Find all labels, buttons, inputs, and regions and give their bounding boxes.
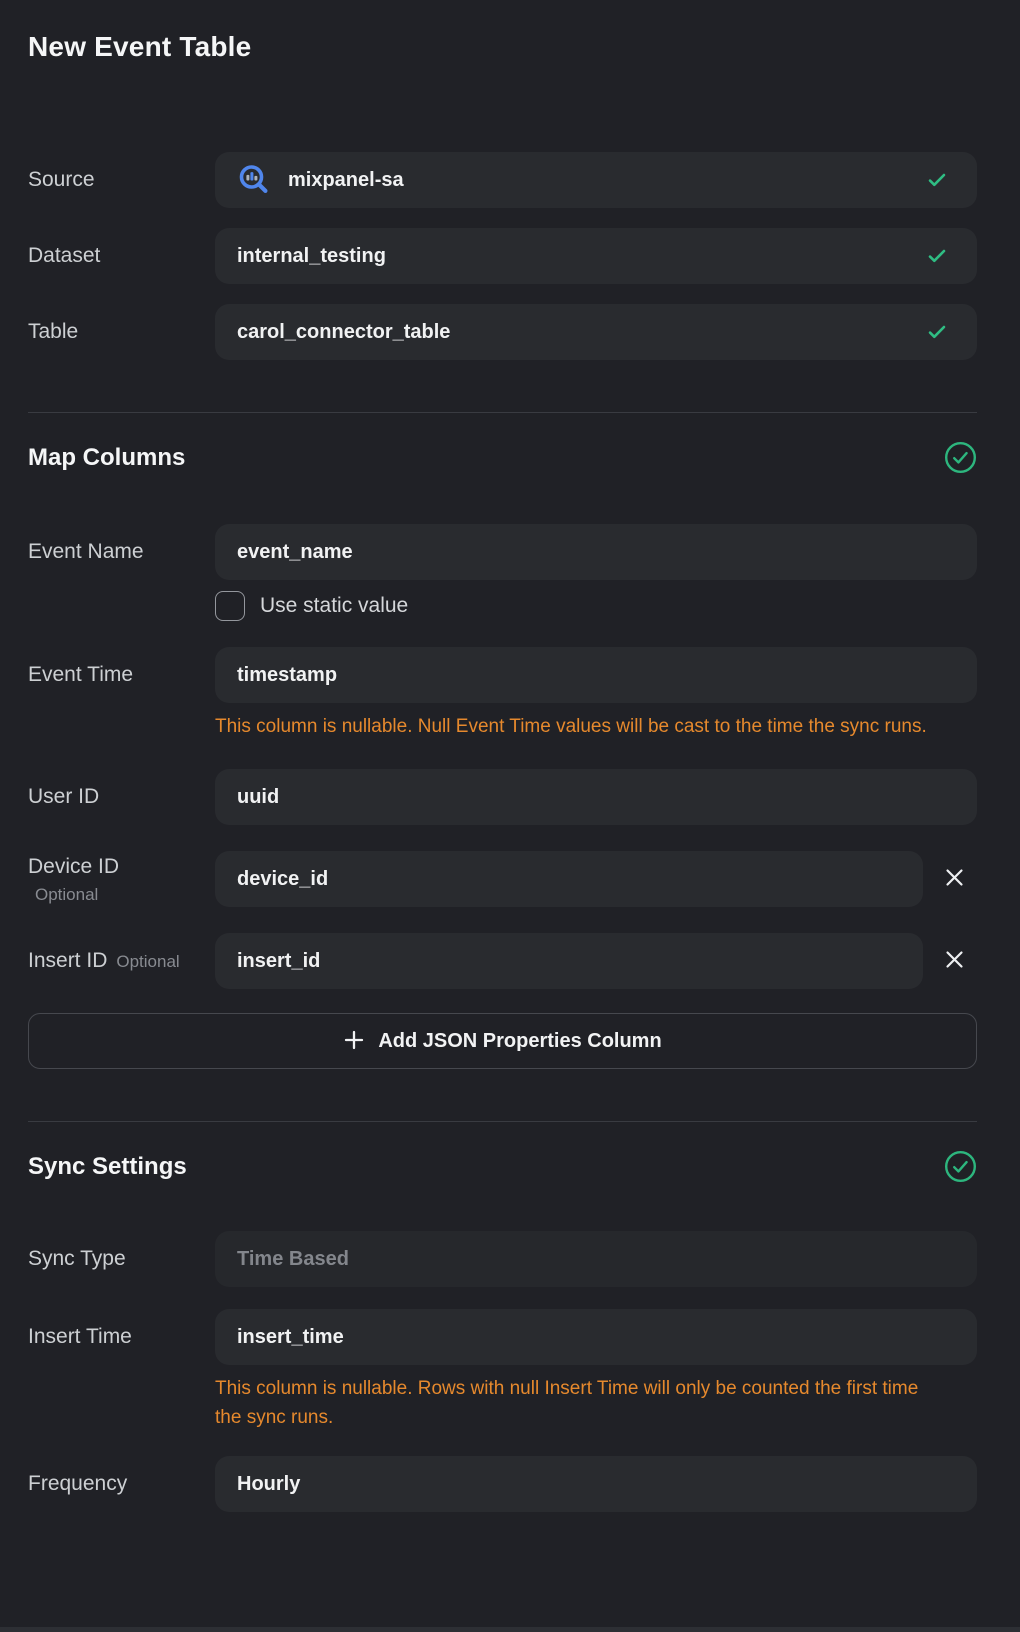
x-icon (943, 866, 966, 892)
new-event-table-form: New Event Table Source mixpanel-sa (0, 0, 1020, 1512)
green-circle-check-icon (944, 1150, 977, 1183)
insert-id-value: insert_id (237, 950, 903, 973)
device-id-field[interactable]: device_id (215, 851, 923, 907)
insert-id-row: Insert ID Optional insert_id (28, 933, 977, 989)
source-field[interactable]: mixpanel-sa (215, 152, 977, 208)
insert-time-field[interactable]: insert_time (215, 1309, 977, 1365)
add-json-properties-column-button[interactable]: Add JSON Properties Column (28, 1013, 977, 1069)
frequency-row: Frequency Hourly (28, 1456, 977, 1512)
insert-time-row: Insert Time insert_time (28, 1309, 977, 1365)
sync-type-row: Sync Type Time Based (28, 1231, 977, 1287)
sync-type-value: Time Based (237, 1248, 957, 1271)
dataset-value: internal_testing (237, 245, 913, 268)
green-check-icon (925, 168, 949, 192)
table-field[interactable]: carol_connector_table (215, 304, 977, 360)
device-id-label: Device ID (28, 855, 119, 878)
insert-id-optional-label: Optional (116, 952, 179, 972)
user-id-label: User ID (28, 785, 99, 808)
remove-insert-id-button[interactable] (931, 938, 977, 984)
device-id-value: device_id (237, 868, 903, 891)
dataset-label: Dataset (28, 244, 100, 267)
event-name-label: Event Name (28, 540, 144, 563)
use-static-value-row: Use static value (215, 591, 977, 621)
add-json-properties-column-label: Add JSON Properties Column (378, 1030, 661, 1053)
connection-section: Source mixpanel-sa (28, 152, 977, 360)
source-value: mixpanel-sa (288, 169, 913, 192)
event-time-label: Event Time (28, 663, 133, 686)
table-row: Table carol_connector_table (28, 304, 977, 360)
section-divider (28, 412, 977, 413)
table-value: carol_connector_table (237, 321, 913, 344)
sync-type-field: Time Based (215, 1231, 977, 1287)
dataset-row: Dataset internal_testing (28, 228, 977, 284)
event-name-field[interactable]: event_name (215, 524, 977, 580)
map-columns-header: Map Columns (28, 441, 977, 474)
source-row: Source mixpanel-sa (28, 152, 977, 208)
x-icon (943, 948, 966, 974)
frequency-value: Hourly (237, 1473, 957, 1496)
event-time-field[interactable]: timestamp (215, 647, 977, 703)
insert-id-field[interactable]: insert_id (215, 933, 923, 989)
device-id-row: Device ID Optional device_id (28, 851, 977, 907)
user-id-field[interactable]: uuid (215, 769, 977, 825)
event-time-row: Event Time timestamp (28, 647, 977, 703)
frequency-label: Frequency (28, 1472, 127, 1495)
bottom-edge-strip (0, 1627, 1020, 1632)
event-time-value: timestamp (237, 664, 957, 687)
magnifier-bar-chart-icon (237, 163, 271, 197)
event-time-nullable-warning: This column is nullable. Null Event Time… (215, 712, 933, 741)
dataset-field[interactable]: internal_testing (215, 228, 977, 284)
sync-type-label: Sync Type (28, 1247, 126, 1270)
sync-settings-heading: Sync Settings (28, 1150, 187, 1183)
source-label: Source (28, 168, 95, 191)
use-static-value-label[interactable]: Use static value (260, 594, 408, 618)
event-name-value: event_name (237, 541, 957, 564)
green-circle-check-icon (944, 441, 977, 474)
use-static-value-checkbox[interactable] (215, 591, 245, 621)
green-check-icon (925, 244, 949, 268)
green-check-icon (925, 320, 949, 344)
map-columns-heading: Map Columns (28, 441, 185, 474)
section-divider (28, 1121, 977, 1122)
page-title: New Event Table (28, 30, 977, 64)
frequency-field[interactable]: Hourly (215, 1456, 977, 1512)
plus-icon (343, 1029, 365, 1054)
sync-settings-header: Sync Settings (28, 1150, 977, 1183)
insert-id-label: Insert ID (28, 948, 107, 974)
device-id-optional-label: Optional (35, 885, 215, 905)
event-name-row: Event Name event_name (28, 524, 977, 580)
table-label: Table (28, 320, 78, 343)
remove-device-id-button[interactable] (931, 856, 977, 902)
user-id-value: uuid (237, 786, 957, 809)
insert-time-value: insert_time (237, 1326, 957, 1349)
insert-time-label: Insert Time (28, 1325, 132, 1348)
insert-time-nullable-warning: This column is nullable. Rows with null … (215, 1374, 933, 1432)
user-id-row: User ID uuid (28, 769, 977, 825)
